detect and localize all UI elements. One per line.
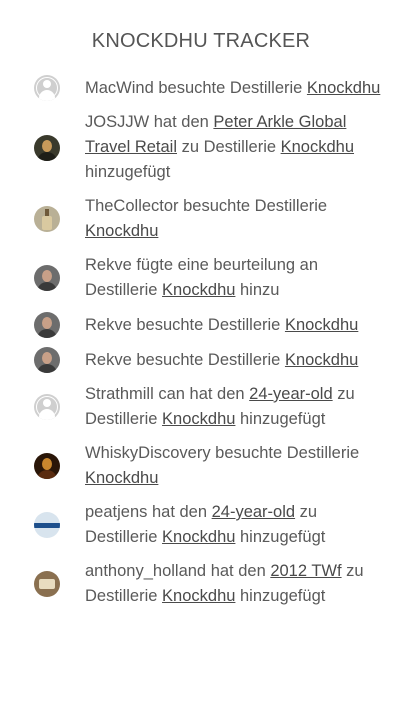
user-avatar[interactable] — [34, 512, 60, 538]
distillery-link[interactable]: Knockdhu — [281, 138, 354, 156]
bottle-link[interactable]: 24-year-old — [249, 385, 332, 403]
bottle-link[interactable]: 24-year-old — [212, 503, 295, 521]
user-avatar[interactable] — [34, 453, 60, 479]
activity-feed: MacWind besuchte Destillerie Knockdhu JO… — [0, 75, 402, 609]
feed-text: anthony_holland hat den 2012 TWf zu Dest… — [85, 562, 364, 605]
default-user-icon[interactable] — [34, 394, 60, 420]
feed-item: Rekve fügte eine beurteilung an Destille… — [0, 253, 402, 303]
distillery-link[interactable]: Knockdhu — [307, 79, 380, 97]
feed-text: Rekve besuchte Destillerie Knockdhu — [85, 350, 359, 369]
user-avatar[interactable] — [34, 265, 60, 291]
feed-text: Strathmill can hat den 24-year-old zu De… — [85, 385, 355, 428]
distillery-link[interactable]: Knockdhu — [85, 222, 158, 240]
user-avatar[interactable] — [34, 206, 60, 232]
feed-item: Rekve besuchte Destillerie Knockdhu — [0, 347, 402, 373]
feed-item: Strathmill can hat den 24-year-old zu De… — [0, 382, 402, 432]
user-avatar[interactable] — [34, 571, 60, 597]
feed-item: anthony_holland hat den 2012 TWf zu Dest… — [0, 559, 402, 609]
feed-text: MacWind besuchte Destillerie Knockdhu — [85, 78, 381, 97]
distillery-link[interactable]: Knockdhu — [285, 351, 358, 369]
tracker-title: KNOCKDHU TRACKER — [91, 30, 311, 52]
feed-text: Rekve fügte eine beurteilung an Destille… — [85, 256, 318, 299]
user-avatar[interactable] — [34, 312, 60, 338]
feed-text: WhiskyDiscovery besuchte Destillerie Kno… — [85, 444, 360, 487]
user-avatar[interactable] — [34, 134, 60, 161]
feed-item: Rekve besuchte Destillerie Knockdhu — [0, 312, 402, 338]
feed-item: WhiskyDiscovery besuchte Destillerie Kno… — [0, 441, 402, 491]
feed-item: MacWind besuchte Destillerie Knockdhu — [0, 75, 402, 101]
feed-text: TheCollector besuchte Destillerie Knockd… — [85, 197, 328, 240]
feed-text: JOSJJW hat den Peter Arkle Global Travel… — [85, 113, 355, 181]
user-avatar[interactable] — [34, 347, 60, 373]
default-user-icon[interactable] — [34, 75, 60, 101]
distillery-link[interactable]: Knockdhu — [162, 587, 235, 605]
feed-item: peatjens hat den 24-year-old zu Destille… — [0, 500, 402, 550]
distillery-link[interactable]: Knockdhu — [85, 469, 158, 487]
tracker-widget: KNOCKDHU TRACKER MacWind besuchte Destil… — [0, 0, 402, 609]
feed-text: peatjens hat den 24-year-old zu Destille… — [85, 503, 326, 546]
bottle-link[interactable]: 2012 TWf — [270, 562, 341, 580]
distillery-link[interactable]: Knockdhu — [162, 528, 235, 546]
feed-item: TheCollector besuchte Destillerie Knockd… — [0, 194, 402, 244]
feed-item: JOSJJW hat den Peter Arkle Global Travel… — [0, 110, 402, 185]
distillery-link[interactable]: Knockdhu — [285, 316, 358, 334]
distillery-link[interactable]: Knockdhu — [162, 410, 235, 428]
distillery-link[interactable]: Knockdhu — [162, 281, 235, 299]
feed-text: Rekve besuchte Destillerie Knockdhu — [85, 315, 359, 334]
